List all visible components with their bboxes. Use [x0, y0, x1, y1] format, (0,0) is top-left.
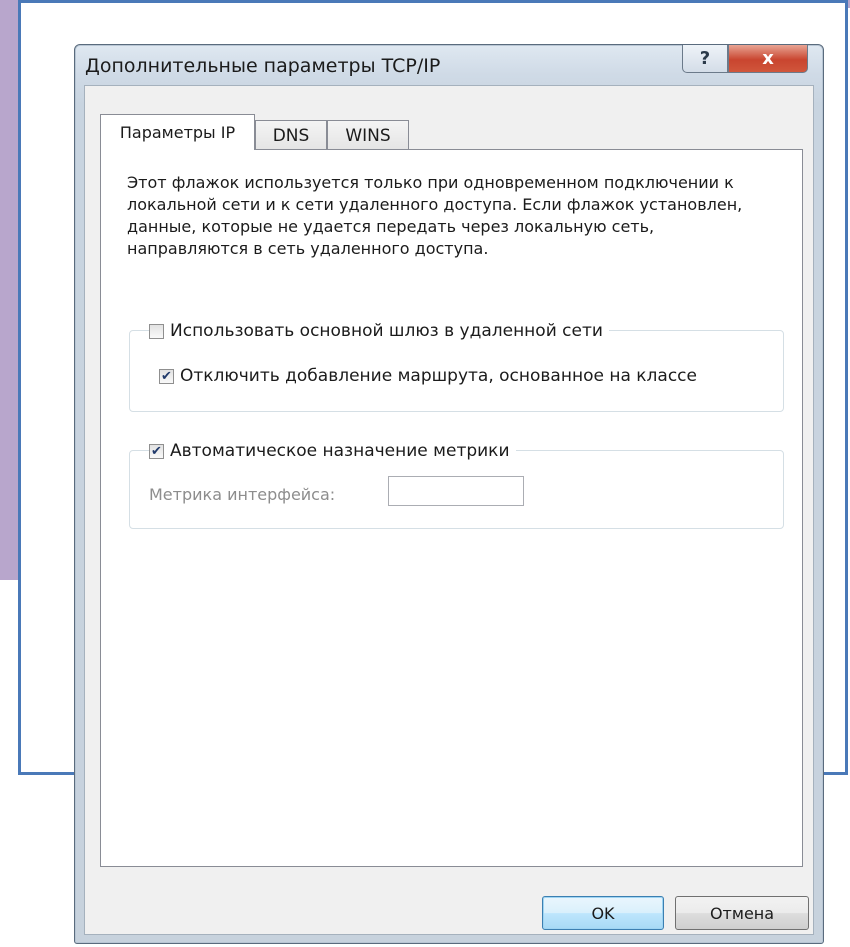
dialog-content: Параметры IP DNS WINS Этот флажок исполь… — [84, 85, 814, 935]
ip-settings-panel: Этот флажок используется только при одно… — [100, 149, 803, 867]
tcpip-dialog: Дополнительные параметры TCP/IP ? x Пара… — [74, 44, 824, 944]
disable-class-route-checkbox[interactable]: ✔ Отключить добавление маршрута, основан… — [159, 366, 703, 386]
description-text: Этот флажок используется только при одно… — [127, 173, 743, 258]
disable-class-route-label: Отключить добавление маршрута, основанно… — [180, 366, 697, 386]
checkbox-checked-icon: ✔ — [159, 368, 174, 384]
close-button[interactable]: x — [728, 45, 808, 73]
tab-dns[interactable]: DNS — [255, 120, 327, 151]
close-icon: x — [762, 48, 774, 69]
interface-metric-label: Метрика интерфейса: — [149, 485, 336, 504]
use-default-gateway-label: Использовать основной шлюз в удаленной с… — [170, 321, 603, 341]
help-icon: ? — [699, 48, 711, 69]
auto-metric-label: Автоматическое назначение метрики — [170, 441, 510, 461]
checkbox-checked-icon: ✔ — [149, 443, 164, 459]
interface-metric-input[interactable] — [388, 476, 524, 506]
ok-button[interactable]: OK — [542, 896, 664, 930]
use-default-gateway-checkbox[interactable]: Использовать основной шлюз в удаленной с… — [149, 321, 609, 341]
cancel-button[interactable]: Отмена — [675, 896, 809, 930]
checkbox-unchecked-icon — [149, 323, 164, 339]
dialog-title: Дополнительные параметры TCP/IP — [85, 55, 441, 77]
auto-metric-checkbox[interactable]: ✔ Автоматическое назначение метрики — [149, 441, 516, 461]
tab-ip-settings[interactable]: Параметры IP — [100, 114, 255, 150]
tab-wins[interactable]: WINS — [327, 120, 409, 151]
help-button[interactable]: ? — [682, 45, 728, 73]
